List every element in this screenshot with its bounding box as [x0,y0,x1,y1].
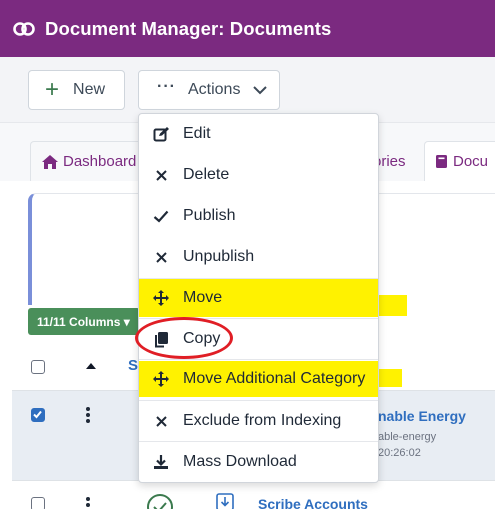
menu-item-move[interactable]: Move [139,279,378,317]
column-header-status[interactable]: S [128,357,138,374]
app-header: Document Manager: Documents [0,0,495,57]
actions-button[interactable]: ··· Actions [138,70,280,110]
check-icon [152,210,170,223]
annotation-circle [135,317,233,359]
row-checkbox[interactable] [31,408,45,422]
ellipsis-icon: ··· [157,78,176,95]
row-title-link[interactable]: Scribe Accounts [258,496,368,509]
close-icon [152,251,170,264]
download-icon[interactable] [216,493,234,509]
sort-ascending-icon[interactable] [86,363,96,369]
move-arrows-icon [152,371,170,387]
page-title: Document Manager: Documents [45,17,332,39]
book-icon [435,154,448,169]
menu-item-label: Unpublish [183,248,255,265]
menu-item-label: Delete [183,166,230,183]
menu-item-label: Publish [183,207,236,224]
published-check-icon[interactable] [146,493,174,509]
row-alias: able-energy [378,431,437,443]
tab-documents-label: Docu [453,153,489,170]
row-title-link[interactable]: nable Energy [378,408,466,424]
plus-icon: + [45,76,60,103]
row-date: 20:26:02 [378,447,421,459]
close-icon [152,169,170,182]
home-icon [41,154,59,170]
actions-dropdown-menu: Edit Delete Publish Unpublish Move Copy [138,113,379,483]
tab-documents[interactable]: Docu [424,141,495,181]
actions-button-label: Actions [187,81,241,98]
highlight-mark [378,295,407,316]
menu-divider [139,359,378,360]
tab-dashboard-label: Dashboard [63,153,137,170]
menu-item-edit[interactable]: Edit [139,114,378,154]
tab-dashboard[interactable]: Dashboard [30,141,148,181]
new-button-label: New [73,81,106,98]
menu-item-exclude-from-indexing[interactable]: Exclude from Indexing [139,401,378,441]
menu-item-move-additional-category[interactable]: Move Additional Category [139,361,378,397]
menu-item-publish[interactable]: Publish [139,196,378,236]
close-icon [152,415,170,428]
menu-item-label: Move Additional Category [183,370,366,387]
row-menu-icon[interactable] [86,407,90,425]
move-arrows-icon [152,290,170,306]
columns-toggle-button[interactable]: 11/11 Columns ▾ [28,308,140,335]
row-checkbox[interactable] [31,497,45,509]
menu-item-label: Mass Download [183,453,297,470]
table-row: Scribe Accounts [12,481,495,509]
joomla-logo-icon [12,17,36,41]
menu-item-label: Move [183,289,223,306]
highlight-mark [378,369,402,387]
menu-item-delete[interactable]: Delete [139,155,378,195]
select-all-checkbox[interactable] [31,360,45,374]
menu-item-label: Exclude from Indexing [183,412,342,429]
menu-item-unpublish[interactable]: Unpublish [139,237,378,277]
chevron-down-icon [253,85,267,95]
menu-item-mass-download[interactable]: Mass Download [139,442,378,482]
row-menu-icon[interactable] [86,497,90,509]
new-button[interactable]: + New [28,70,125,110]
menu-item-label: Edit [183,125,211,142]
edit-icon [152,126,170,143]
download-icon [152,454,170,470]
